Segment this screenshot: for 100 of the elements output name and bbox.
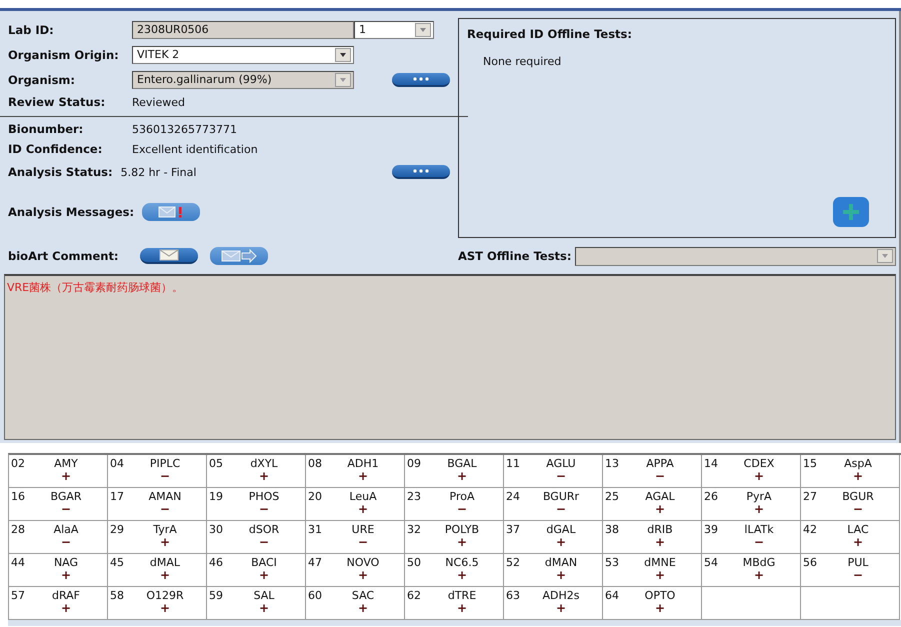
test-result: + xyxy=(556,602,566,615)
test-name: BACI xyxy=(251,556,277,569)
test-name: ADH1 xyxy=(347,457,379,470)
test-number: 46 xyxy=(209,556,224,571)
field-label: Analysis Status: xyxy=(8,165,113,179)
test-number: 32 xyxy=(407,523,422,538)
analysis-status-value: 5.82 hr - Final xyxy=(120,166,196,178)
ast-offline-tests-dropdown[interactable] xyxy=(575,246,896,266)
test-result: − xyxy=(852,569,864,582)
test-result: + xyxy=(556,536,566,549)
test-result: + xyxy=(358,470,368,483)
test-result: + xyxy=(556,569,566,582)
test-name: BGAR xyxy=(50,490,82,503)
test-number: 27 xyxy=(803,490,818,505)
test-name: URE xyxy=(352,523,374,536)
test-number: 45 xyxy=(110,556,125,571)
test-name: dSOR xyxy=(248,523,280,536)
test-number: 02 xyxy=(11,457,26,472)
test-name: BGUR xyxy=(842,490,874,503)
analysis-messages-button[interactable] xyxy=(142,203,200,221)
organism-origin-dropdown[interactable]: VITEK 2 xyxy=(132,46,354,64)
test-name: dRIB xyxy=(647,523,673,536)
test-result: + xyxy=(258,602,270,615)
test-number: 16 xyxy=(11,490,26,505)
test-result: + xyxy=(456,602,468,615)
test-number: 57 xyxy=(11,589,26,604)
test-number: 39 xyxy=(704,523,719,538)
test-name: ADH2s xyxy=(542,589,580,602)
test-number: 58 xyxy=(110,589,125,604)
test-name: TyrA xyxy=(153,523,177,536)
test-result: + xyxy=(654,536,666,549)
envelope-arrow-icon xyxy=(221,249,257,263)
panel-title: Required ID Offline Tests: xyxy=(467,27,633,41)
test-name: dTRE xyxy=(448,589,476,602)
test-number: 29 xyxy=(110,523,125,538)
test-result: − xyxy=(160,503,170,516)
send-comment-button[interactable] xyxy=(210,247,268,265)
test-name: PIPLC xyxy=(150,457,180,470)
test-number: 11 xyxy=(506,457,521,472)
field-label: Lab ID: xyxy=(8,22,55,36)
test-number: 28 xyxy=(11,523,26,538)
field-label: Organism: xyxy=(8,72,76,86)
test-number: 63 xyxy=(506,589,521,604)
test-result: + xyxy=(358,569,368,582)
test-number: 15 xyxy=(803,457,818,472)
more-button[interactable] xyxy=(392,72,450,86)
test-name: dMNE xyxy=(644,556,676,569)
test-result: + xyxy=(358,503,368,516)
test-result: + xyxy=(456,536,468,549)
test-number: 25 xyxy=(605,490,620,505)
test-number: 62 xyxy=(407,589,422,604)
test-number: 19 xyxy=(209,490,224,505)
field-label: AST Offline Tests: xyxy=(458,249,572,263)
test-number: 60 xyxy=(308,589,323,604)
test-result: − xyxy=(556,503,566,516)
test-name: AMAN xyxy=(148,490,182,503)
more-button[interactable] xyxy=(392,165,450,179)
test-name: CDEX xyxy=(744,457,774,470)
test-number: 26 xyxy=(704,490,719,505)
test-name: AGAL xyxy=(645,490,675,503)
isolate-dropdown[interactable]: 1 xyxy=(354,20,434,38)
test-result: + xyxy=(754,569,764,582)
test-name: O129R xyxy=(146,589,184,602)
field-label: Organism Origin: xyxy=(8,48,120,62)
ellipsis-icon xyxy=(413,76,429,80)
test-name: SAL xyxy=(254,589,274,602)
test-result: + xyxy=(754,470,764,483)
add-button[interactable] xyxy=(833,197,869,227)
test-result: − xyxy=(654,470,666,483)
test-result: + xyxy=(60,569,72,582)
test-result: − xyxy=(60,503,72,516)
test-result: + xyxy=(258,470,270,483)
test-result: − xyxy=(556,470,566,483)
test-name: lLATk xyxy=(744,523,774,536)
test-name: dMAN xyxy=(544,556,578,569)
test-result: − xyxy=(456,503,468,516)
test-name: dGAL xyxy=(546,523,576,536)
test-result: − xyxy=(258,503,270,516)
test-name: BGAL xyxy=(447,457,477,470)
test-number: 56 xyxy=(803,556,818,571)
test-result: − xyxy=(358,536,368,549)
test-name: AGLU xyxy=(546,457,576,470)
test-name: NOVO xyxy=(346,556,380,569)
test-name: AMY xyxy=(54,457,78,470)
test-number: 24 xyxy=(506,490,521,505)
test-result: + xyxy=(456,470,468,483)
test-result: + xyxy=(852,536,864,549)
test-name: APPA xyxy=(646,457,674,470)
test-number: 31 xyxy=(308,523,323,538)
test-result: + xyxy=(258,569,270,582)
comment-button[interactable] xyxy=(140,248,198,264)
test-name: MBdG xyxy=(742,556,776,569)
lab-id-field[interactable]: 2308UR0506 xyxy=(132,20,354,38)
test-name: ProA xyxy=(450,490,474,503)
test-name: LeuA xyxy=(349,490,377,503)
none-required-text: None required xyxy=(483,55,562,68)
test-name: dMAL xyxy=(150,556,180,569)
test-result: + xyxy=(654,503,666,516)
test-number: 23 xyxy=(407,490,422,505)
test-number: 50 xyxy=(407,556,422,571)
